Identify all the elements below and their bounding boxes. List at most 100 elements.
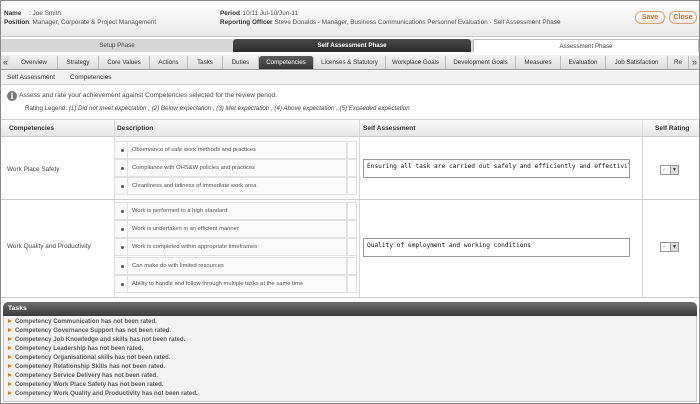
chevron-down-icon[interactable]: ▼ — [670, 166, 678, 174]
tab-tasks[interactable]: Tasks — [188, 56, 223, 69]
bullet-icon — [121, 246, 124, 249]
description-side-cell — [347, 202, 357, 220]
officer-label: Reporting Officer — [220, 19, 273, 26]
chevron-down-icon[interactable]: ▼ — [670, 243, 678, 251]
arrow-right-icon — [8, 337, 12, 342]
description-item: Cleanliness and tidiness of immediate wo… — [114, 177, 347, 196]
arrow-right-icon — [8, 328, 12, 333]
breadcrumb: Self Assessment Competencies — [1, 71, 699, 85]
tasks-list: Competency Communication has not been ra… — [3, 316, 697, 402]
save-button[interactable]: Save — [635, 11, 665, 24]
tab-job-satisfaction[interactable]: Job Satisfaction — [606, 56, 668, 69]
description-side-cell — [347, 141, 357, 159]
arrow-right-icon — [8, 364, 12, 369]
tab-overview[interactable]: Overview — [11, 56, 58, 69]
description-item: Ability to handle and follow through mul… — [114, 275, 347, 294]
tab-workplace-goals[interactable]: Workplace Goals — [386, 56, 446, 69]
header-self-rating: Self Rating — [642, 119, 699, 137]
name-value: : Joe Smith — [29, 10, 61, 17]
phase-self-assessment[interactable]: Self Assessment Phase — [233, 39, 471, 52]
arrow-right-icon — [8, 373, 12, 378]
bullet-icon — [121, 185, 124, 188]
phase-setup[interactable]: Setup Phase — [1, 39, 233, 52]
header-self-assessment: Self Assessment — [359, 119, 642, 137]
arrow-right-icon — [8, 355, 12, 360]
self-rating-select-work-quality[interactable]: - ▼ — [660, 242, 679, 252]
task-item[interactable]: Competency Leadership has not been rated… — [8, 345, 143, 352]
description-item: Work is completed within appropriate tim… — [114, 238, 347, 257]
phase-bar: Setup Phase Self Assessment Phase Assess… — [1, 39, 699, 52]
tab-bar: « Overview Strategy Core Values Actions … — [1, 55, 699, 70]
tab-measures[interactable]: Measures — [516, 56, 561, 69]
tab-development-goals[interactable]: Development Goals — [446, 56, 516, 69]
position-label: Position — [4, 19, 30, 26]
info-icon: i — [7, 91, 17, 101]
intro-text: Assess and rate your achievement against… — [19, 92, 278, 99]
task-item[interactable]: Competency Governance Support has not be… — [8, 327, 171, 334]
task-item[interactable]: Competency Service Delivery has not been… — [8, 372, 158, 379]
task-item[interactable]: Competency Job Knowledge and skills has … — [8, 336, 185, 343]
officer-value: : Steve Donalds - Manager, Business Comm… — [271, 19, 561, 26]
close-button[interactable]: Close — [669, 11, 697, 24]
bullet-icon — [121, 149, 124, 152]
description-side-cell — [347, 220, 357, 238]
description-item: Observance of safe work methods and prac… — [114, 141, 347, 160]
task-item[interactable]: Competency Communication has not been ra… — [8, 318, 157, 325]
breadcrumb-self-assessment[interactable]: Self Assessment — [7, 74, 55, 81]
arrow-right-icon — [8, 382, 12, 387]
breadcrumb-competencies[interactable]: Competencies — [70, 74, 112, 81]
row-divider — [1, 199, 699, 200]
description-side-cell — [347, 275, 357, 293]
description-item: Can make do with limited resources — [114, 257, 347, 276]
bullet-icon — [121, 228, 124, 231]
bullet-icon — [121, 283, 124, 286]
task-item[interactable]: Competency Work Quality and Productivity… — [8, 390, 198, 397]
self-assessment-input-work-place-safety[interactable]: Ensuring all task are carried out safely… — [363, 159, 630, 178]
bullet-icon — [121, 167, 124, 170]
phase-assessment[interactable]: Assessment Phase — [473, 39, 699, 52]
column-divider — [642, 119, 643, 298]
competency-work-place-safety: Work Place Safety — [7, 166, 60, 173]
tab-core-values[interactable]: Core Values — [99, 56, 150, 69]
row-divider — [1, 297, 699, 298]
header-description: Description — [114, 119, 359, 137]
arrow-right-icon — [8, 319, 12, 324]
competency-work-quality-productivity: Work Quality and Productivity — [7, 243, 91, 250]
description-side-cell — [347, 159, 357, 177]
description-side-cell — [347, 257, 357, 275]
description-side-cell — [347, 177, 357, 195]
self-rating-select-work-place-safety[interactable]: - ▼ — [660, 165, 679, 175]
description-item: Compliance with OHS&W policies and pract… — [114, 159, 347, 178]
task-item[interactable]: Competency Relationship Skills has not b… — [8, 363, 165, 370]
self-assessment-input-work-quality[interactable]: Quality of employment and working condit… — [363, 238, 630, 257]
name-label: Name — [4, 10, 22, 17]
tab-re[interactable]: Re — [668, 56, 689, 69]
tabs-next-icon[interactable]: » — [690, 56, 699, 69]
arrow-right-icon — [8, 346, 12, 351]
arrow-right-icon — [8, 391, 12, 396]
task-item[interactable]: Competency Organisational skills has not… — [8, 354, 170, 361]
header: Name : Joe Smith Position : Manager, Cor… — [1, 1, 699, 37]
period-value: : 10/11 Jul-10/Jun-11 — [239, 10, 299, 17]
tab-actions[interactable]: Actions — [150, 56, 188, 69]
tab-duties[interactable]: Duties — [223, 56, 259, 69]
tab-licenses-statutory[interactable]: Licenses & Statutory — [314, 56, 386, 69]
period-label: Period — [220, 10, 240, 17]
bullet-icon — [121, 265, 124, 268]
description-item: Work is performed to a high standard — [114, 202, 347, 221]
header-competencies: Competencies — [1, 119, 114, 137]
rating-legend: Rating Legend: (1) Did not meet expectat… — [25, 105, 410, 112]
legend-label: Rating Legend: — [25, 105, 67, 112]
description-side-cell — [347, 238, 357, 256]
tabs-prev-icon[interactable]: « — [1, 56, 10, 69]
legend-values: (1) Did not meet expectation , (2) Below… — [68, 105, 410, 112]
bullet-icon — [121, 210, 124, 213]
tasks-panel-title: Tasks — [3, 302, 697, 316]
tab-competencies[interactable]: Competencies — [259, 56, 314, 69]
position-value: : Manager, Corporate & Project Managemen… — [29, 19, 157, 26]
tab-evaluation[interactable]: Evaluation — [561, 56, 606, 69]
tab-strategy[interactable]: Strategy — [58, 56, 99, 69]
task-item[interactable]: Competency Work Place Safety has not bee… — [8, 381, 164, 388]
description-item: Work is undertaken in an efficient manne… — [114, 220, 347, 239]
column-divider — [359, 119, 360, 298]
